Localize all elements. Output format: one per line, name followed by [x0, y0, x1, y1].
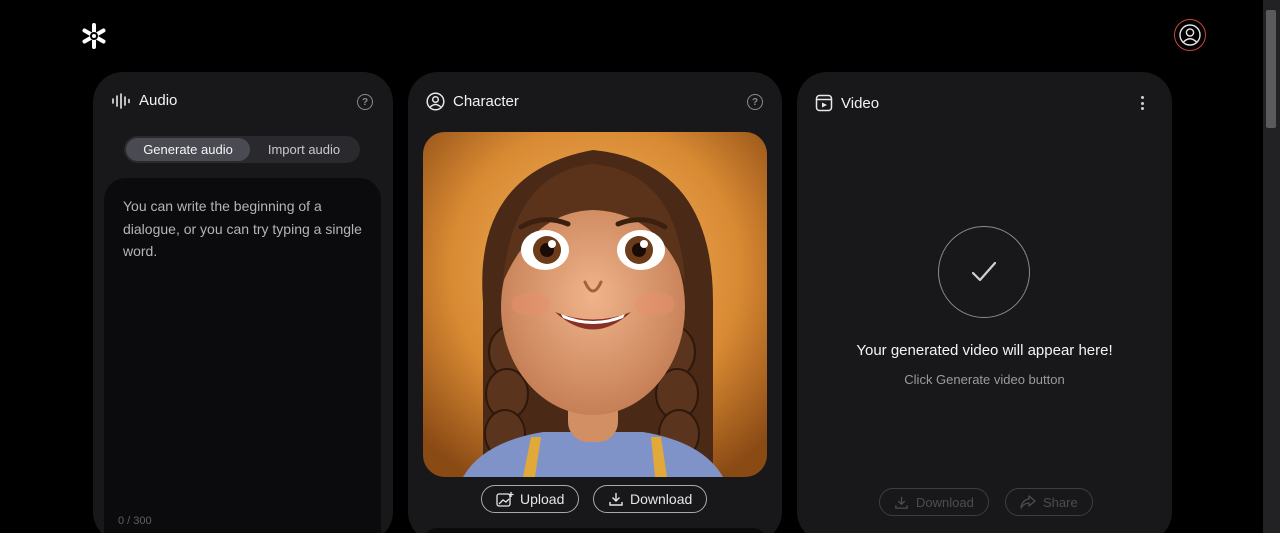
dialogue-placeholder: You can write the beginning of a dialogu…: [123, 198, 362, 259]
video-panel: Video Your generated video will appear h…: [797, 72, 1172, 533]
video-clip-icon: [815, 94, 833, 112]
character-panel-header: Character: [426, 92, 519, 111]
video-empty-title: Your generated video will appear here!: [856, 342, 1113, 359]
dialogue-textarea[interactable]: You can write the beginning of a dialogu…: [104, 178, 381, 533]
audio-panel-header: Audio: [111, 92, 177, 109]
character-panel: Character ? Upload Download: [408, 72, 782, 533]
asterisk-logo-icon: [82, 23, 106, 49]
character-image: [423, 132, 767, 477]
more-options-icon[interactable]: [1140, 96, 1144, 110]
character-counter: 0 / 300: [118, 515, 152, 527]
user-circle-icon: [426, 92, 445, 111]
video-download-label: Download: [916, 494, 974, 510]
audio-help-icon[interactable]: ?: [357, 94, 373, 110]
download-character-button[interactable]: Download: [593, 485, 708, 513]
character-portrait: [423, 132, 767, 477]
audio-panel-title: Audio: [139, 92, 178, 109]
upload-button[interactable]: Upload: [481, 485, 580, 513]
download-video-button[interactable]: Download: [879, 488, 989, 516]
tab-import-audio[interactable]: Import audio: [250, 138, 358, 161]
tab-generate-audio[interactable]: Generate audio: [126, 138, 250, 161]
scrollbar-thumb[interactable]: [1266, 10, 1276, 128]
upload-label: Upload: [520, 491, 565, 507]
check-icon: [938, 226, 1030, 318]
audio-panel: Audio ? Generate audio Import audio You …: [93, 72, 393, 533]
character-options-area: [423, 528, 767, 533]
app-logo[interactable]: [80, 22, 108, 50]
profile-button[interactable]: [1174, 19, 1206, 51]
video-panel-header: Video: [815, 94, 879, 112]
share-label: Share: [1043, 494, 1078, 510]
video-empty-hint: Click Generate video button: [904, 372, 1065, 387]
character-panel-title: Character: [453, 93, 519, 110]
download-icon: [895, 496, 908, 509]
share-video-button[interactable]: Share: [1005, 488, 1093, 516]
share-icon: [1020, 495, 1036, 509]
image-add-icon: [496, 492, 514, 507]
audio-mode-toggle: Generate audio Import audio: [124, 136, 360, 163]
page-scrollbar[interactable]: [1263, 0, 1280, 533]
character-help-icon[interactable]: ?: [747, 94, 763, 110]
download-label: Download: [630, 491, 693, 507]
waveform-icon: [112, 92, 130, 109]
user-icon: [1179, 24, 1201, 46]
video-panel-title: Video: [841, 94, 880, 112]
download-icon: [609, 493, 623, 506]
